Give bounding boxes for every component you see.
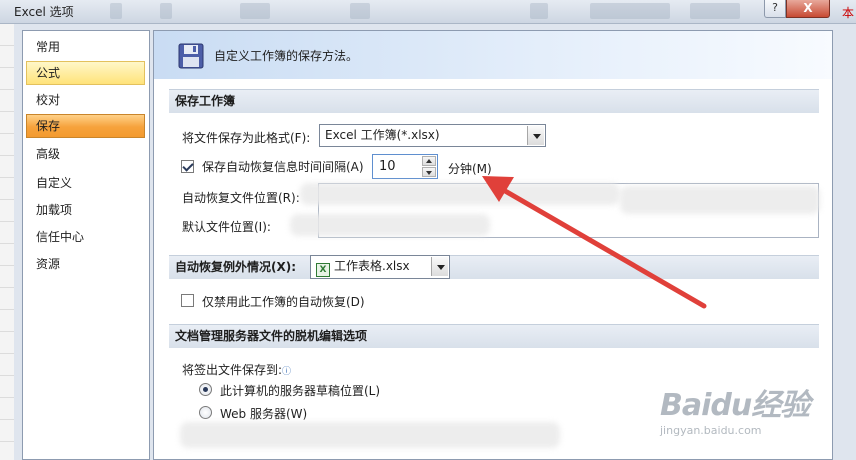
background-sheet-edge: [0, 24, 14, 460]
sidebar-item-addins[interactable]: 加载项: [26, 198, 145, 222]
redacted-path: [300, 183, 620, 205]
excel-file-icon: X: [316, 263, 330, 277]
spinner-buttons: [422, 156, 436, 177]
section-autorecover-exceptions: 自动恢复例外情况(X):: [169, 255, 819, 279]
section-offline-editing: 文档管理服务器文件的脱机编辑选项: [169, 324, 819, 348]
autorecover-checkbox[interactable]: [181, 160, 194, 173]
section-save-workbooks: 保存工作簿: [169, 89, 819, 113]
watermark-logo: Baidu经验: [660, 388, 810, 423]
autorecover-interval-value: 10: [379, 159, 396, 174]
autorecover-interval-spinner[interactable]: 10: [372, 154, 438, 179]
info-icon: ⓘ: [282, 367, 292, 377]
sidebar-item-formulas[interactable]: 公式: [26, 61, 145, 85]
sidebar-item-proofing[interactable]: 校对: [26, 88, 145, 112]
baidu-watermark: Baidu经验 jingyan.baidu.com: [660, 380, 810, 437]
spin-down-icon[interactable]: [422, 167, 436, 177]
close-button[interactable]: X: [786, 0, 830, 18]
checkout-save-label: 将签出文件保存到:ⓘ: [182, 363, 292, 377]
sidebar-item-trust-center[interactable]: 信任中心: [26, 225, 145, 249]
sidebar-item-save[interactable]: 保存: [26, 114, 145, 138]
radio-server-drafts[interactable]: [199, 383, 212, 396]
panel-header: 自定义工作簿的保存方法。: [154, 31, 832, 79]
sidebar-item-resources[interactable]: 资源: [26, 252, 145, 276]
floppy-disk-icon: [178, 43, 204, 69]
minutes-label: 分钟(M): [448, 162, 492, 176]
disable-autorecover-label: 仅禁用此工作簿的自动恢复(D): [202, 295, 365, 309]
background-text-fragment: 本: [842, 6, 855, 20]
exception-workbook-value: 工作表格.xlsx: [334, 259, 410, 273]
sidebar-item-popular[interactable]: 常用: [26, 35, 145, 59]
server-drafts-label: 此计算机的服务器草稿位置(L): [220, 384, 381, 398]
web-server-label: Web 服务器(W): [220, 407, 308, 421]
radio-web-server[interactable]: [199, 406, 212, 419]
window-title: Excel 选项: [14, 5, 74, 19]
background-ribbon: [100, 3, 740, 21]
chevron-down-icon[interactable]: [431, 257, 448, 276]
redacted-path: [620, 186, 820, 214]
options-sidebar: 常用 公式 校对 保存 高级 自定义 加载项 信任中心 资源: [22, 30, 150, 460]
save-format-dropdown[interactable]: Excel 工作簿(*.xlsx): [319, 124, 546, 147]
watermark-url: jingyan.baidu.com: [660, 424, 762, 437]
save-format-label: 将文件保存为此格式(F):: [182, 131, 311, 145]
chevron-down-icon[interactable]: [527, 126, 544, 145]
exception-workbook-dropdown[interactable]: X 工作表格.xlsx: [310, 255, 450, 279]
title-bar: Excel 选项 ? X 本: [0, 0, 856, 24]
sidebar-item-advanced[interactable]: 高级: [26, 142, 145, 166]
autorecover-label: 保存自动恢复信息时间间隔(A): [202, 160, 364, 174]
sidebar-item-customize[interactable]: 自定义: [26, 171, 145, 195]
panel-description: 自定义工作簿的保存方法。: [214, 49, 359, 63]
redacted-path: [290, 214, 490, 236]
disable-autorecover-checkbox[interactable]: [181, 294, 194, 307]
default-location-label: 默认文件位置(I):: [182, 220, 271, 234]
save-format-value: Excel 工作簿(*.xlsx): [325, 128, 440, 142]
help-button[interactable]: ?: [764, 0, 786, 18]
redacted-path: [180, 422, 560, 448]
autorecover-location-label: 自动恢复文件位置(R):: [182, 191, 300, 205]
spin-up-icon[interactable]: [422, 156, 436, 166]
